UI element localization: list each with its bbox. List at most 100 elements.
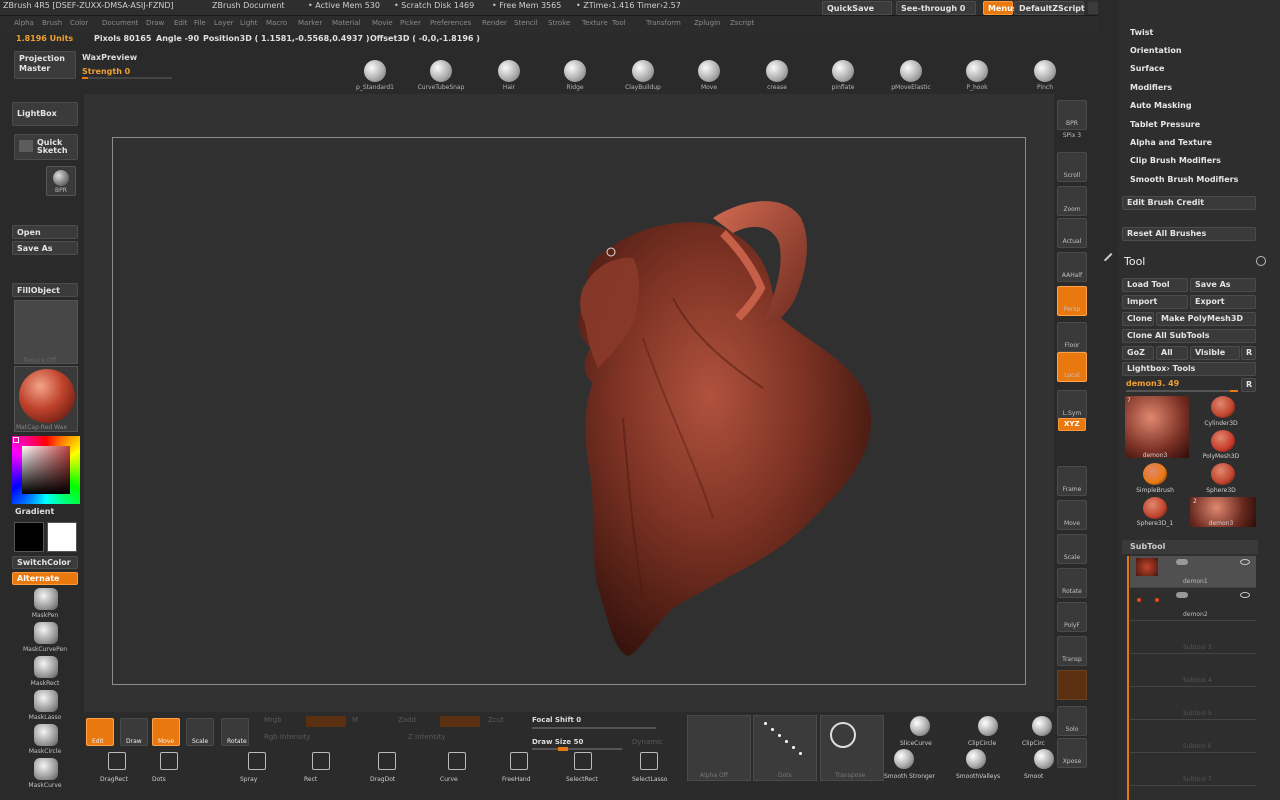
menu-layer[interactable]: Layer xyxy=(214,19,234,27)
goz-r-button[interactable]: R xyxy=(1241,346,1256,360)
refresh-icon[interactable] xyxy=(1256,256,1266,266)
brush-palette-tablet-pressure[interactable]: Tablet Pressure xyxy=(1130,120,1200,129)
demon-model[interactable] xyxy=(113,138,1027,686)
lightbox-button[interactable]: LightBox xyxy=(12,102,78,126)
goz-visible-button[interactable]: Visible xyxy=(1190,346,1240,360)
export-button[interactable]: Export xyxy=(1190,295,1256,309)
primary-color-swatch[interactable] xyxy=(14,522,44,552)
dynamic-button[interactable]: Dynamic xyxy=(632,738,663,746)
current-tool-track[interactable] xyxy=(1126,390,1238,392)
bpr-render-button[interactable]: BPR xyxy=(46,166,76,196)
menu-macro[interactable]: Macro xyxy=(266,19,287,27)
material-1-icon[interactable] xyxy=(978,716,998,736)
stroke-dragdot-icon[interactable] xyxy=(378,752,396,770)
clone-all-subtools-button[interactable]: Clone All SubTools xyxy=(1122,329,1256,343)
brush-pmoveelastic-icon[interactable] xyxy=(900,60,922,82)
menu-brush[interactable]: Brush xyxy=(42,19,62,27)
brush-palette-auto-masking[interactable]: Auto Masking xyxy=(1130,101,1192,110)
brush-palette-twist[interactable]: Twist xyxy=(1130,28,1153,37)
menu-marker[interactable]: Marker xyxy=(298,19,322,27)
z-intensity-slider[interactable]: Z Intensity xyxy=(408,733,446,741)
open-button[interactable]: Open xyxy=(12,225,78,239)
brush-pinflate-icon[interactable] xyxy=(832,60,854,82)
make-polymesh3d-button[interactable]: Make PolyMesh3D xyxy=(1156,312,1256,326)
brush-palette-alpha-and-texture[interactable]: Alpha and Texture xyxy=(1130,138,1212,147)
brush-maskrect-icon[interactable] xyxy=(34,656,58,678)
menu-picker[interactable]: Picker xyxy=(400,19,421,27)
wax-preview-button[interactable]: WaxPreview xyxy=(82,53,137,62)
brush-maskcurve-icon[interactable] xyxy=(34,758,58,780)
color-square[interactable] xyxy=(22,446,70,494)
menu-alpha[interactable]: Alpha xyxy=(14,19,34,27)
projection-master-button[interactable]: Projection Master xyxy=(14,51,76,79)
menu-zplugin[interactable]: Zplugin xyxy=(694,19,720,27)
lightbox-tools-button[interactable]: Lightbox› Tools xyxy=(1122,362,1256,376)
menu-edit[interactable]: Edit xyxy=(174,19,188,27)
tool-save-as-button[interactable]: Save As xyxy=(1190,278,1256,292)
material-4-icon[interactable] xyxy=(966,749,986,769)
material-3-icon[interactable] xyxy=(894,749,914,769)
current-tool-r-button[interactable]: R xyxy=(1241,378,1256,392)
import-button[interactable]: Import xyxy=(1122,295,1188,309)
subtool-header[interactable]: SubTool xyxy=(1122,540,1258,554)
stroke-selectlasso-icon[interactable] xyxy=(640,752,658,770)
help-icon[interactable] xyxy=(1088,2,1098,14)
tool-palette-title[interactable]: Tool xyxy=(1124,255,1145,268)
brush-maskcircle-icon[interactable] xyxy=(34,724,58,746)
menus-button[interactable]: Menus xyxy=(983,1,1018,15)
goz-all-button[interactable]: All xyxy=(1156,346,1188,360)
menu-zscript[interactable]: Zscript xyxy=(730,19,754,27)
material-slot[interactable]: MatCap Red Wax xyxy=(14,366,78,432)
brush-palette-surface[interactable]: Surface xyxy=(1130,64,1164,73)
save-as-button[interactable]: Save As xyxy=(12,241,78,255)
material-0-icon[interactable] xyxy=(910,716,930,736)
quicksave-button[interactable]: QuickSave xyxy=(822,1,892,15)
menu-render[interactable]: Render xyxy=(482,19,507,27)
focal-shift-track[interactable] xyxy=(532,727,656,729)
current-tool-slider[interactable]: demon3. 49 xyxy=(1126,379,1179,388)
zsub-toggle-bg[interactable] xyxy=(440,716,480,727)
clone-button[interactable]: Clone xyxy=(1122,312,1154,326)
brush-maskcurvepen-icon[interactable] xyxy=(34,622,58,644)
brush-crease-icon[interactable] xyxy=(766,60,788,82)
draw-size-slider[interactable]: Draw Size 50 xyxy=(532,738,583,746)
brush-masklasso-icon[interactable] xyxy=(34,690,58,712)
menu-light[interactable]: Light xyxy=(240,19,257,27)
material-5-icon[interactable] xyxy=(1034,749,1054,769)
draw-size-track[interactable] xyxy=(532,748,622,750)
tool-thumb-5[interactable] xyxy=(1143,497,1167,519)
material-2-icon[interactable] xyxy=(1032,716,1052,736)
rgb-intensity-slider[interactable]: Rgb Intensity xyxy=(264,733,310,741)
tool-thumb-3[interactable] xyxy=(1143,463,1167,485)
menu-color[interactable]: Color xyxy=(70,19,88,27)
brush-palette-smooth-brush-modifiers[interactable]: Smooth Brush Modifiers xyxy=(1130,175,1238,184)
subtool-eye-icon-1[interactable] xyxy=(1240,592,1250,598)
brush-claybuildup-icon[interactable] xyxy=(632,60,654,82)
menu-stencil[interactable]: Stencil xyxy=(514,19,538,27)
stroke-selectrect-icon[interactable] xyxy=(574,752,592,770)
color-picker[interactable] xyxy=(12,436,80,504)
reset-all-brushes-button[interactable]: Reset All Brushes xyxy=(1122,227,1256,241)
zadd-button[interactable]: Zadd xyxy=(398,716,416,724)
alternate-button[interactable]: Alternate xyxy=(12,572,78,585)
strength-track[interactable] xyxy=(82,77,172,79)
gradient-label[interactable]: Gradient xyxy=(15,507,54,516)
focal-shift-slider[interactable]: Focal Shift 0 xyxy=(532,716,581,724)
secondary-color-swatch[interactable] xyxy=(47,522,77,552)
menu-tool[interactable]: Tool xyxy=(612,19,626,27)
fill-object-button[interactable]: FillObject xyxy=(12,283,78,297)
menu-file[interactable]: File xyxy=(194,19,206,27)
brush-palette-orientation[interactable]: Orientation xyxy=(1130,46,1182,55)
tool-thumb-1[interactable] xyxy=(1211,396,1235,418)
draw-size-handle[interactable] xyxy=(558,747,568,751)
subtool-toggle-icon-1[interactable] xyxy=(1176,592,1188,598)
default-zscript-button[interactable]: DefaultZScript xyxy=(1014,1,1085,15)
strength-slider[interactable]: Strength 0 xyxy=(82,67,130,76)
brush-hair-icon[interactable] xyxy=(498,60,520,82)
see-through-slider[interactable]: See-through 0 xyxy=(896,1,976,15)
stroke-dragrect-icon[interactable] xyxy=(108,752,126,770)
mrgb-button[interactable]: Mrgb xyxy=(264,716,282,724)
brush-palette-modifiers[interactable]: Modifiers xyxy=(1130,83,1172,92)
stroke-freehand-icon[interactable] xyxy=(510,752,528,770)
menu-transform[interactable]: Transform xyxy=(646,19,681,27)
